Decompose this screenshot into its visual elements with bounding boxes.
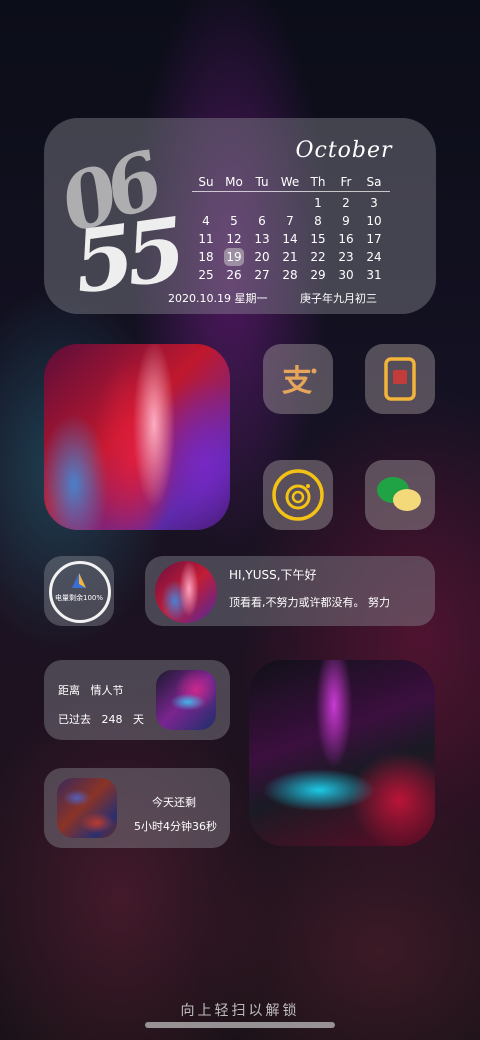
calendar-weekday-header: Su Mo Tu We Th Fr Sa (192, 173, 390, 192)
valentine-days-count: 248 (101, 713, 123, 726)
weekday-label: Sa (366, 175, 382, 189)
camera-app-icon[interactable] (263, 460, 333, 530)
calendar-day-grid: 1 2 3 4 5 6 7 8 9 10 11 12 13 14 15 16 17 18 19 20 21 22 23 24 2… (192, 194, 388, 284)
camera-icon (272, 469, 324, 521)
calendar-day-today[interactable]: 19 (224, 248, 244, 266)
calendar-day[interactable]: 10 (360, 212, 388, 230)
calendar-day[interactable]: 5 (220, 212, 248, 230)
big-clock: 06 55 (50, 136, 214, 314)
battery-label: 电量剩余100% (54, 594, 103, 602)
weekday-label: Tu (255, 175, 269, 189)
greeting-message: 顶看看,不努力或许都没有。 努力 (229, 596, 390, 609)
calendar-day[interactable]: 18 (192, 248, 220, 266)
calendar-day[interactable]: 31 (360, 266, 388, 284)
calendar-month-title: October (295, 138, 393, 163)
countdown-title: 今天还剩 (152, 796, 196, 809)
home-indicator-bar[interactable] (145, 1022, 335, 1028)
valentine-passed-label: 已过去 (58, 713, 91, 726)
calendar-day (248, 194, 276, 212)
calendar-day[interactable]: 21 (276, 248, 304, 266)
photo-widget-light-streaks[interactable] (44, 344, 230, 530)
calendar-day[interactable]: 30 (332, 266, 360, 284)
weekday-label: Su (198, 175, 214, 189)
calendar-day[interactable]: 4 (192, 212, 220, 230)
valentine-line1: 距离 情人节 (58, 682, 124, 698)
calendar-day[interactable]: 8 (304, 212, 332, 230)
calendar-day[interactable]: 28 (276, 266, 304, 284)
calendar-day[interactable]: 23 (332, 248, 360, 266)
calendar-day[interactable]: 1 (304, 194, 332, 212)
calendar-day (220, 194, 248, 212)
calendar-day[interactable]: 7 (276, 212, 304, 230)
calendar-day[interactable]: 6 (248, 212, 276, 230)
calendar-day[interactable]: 13 (248, 230, 276, 248)
calendar-day (276, 194, 304, 212)
valentine-countdown-widget[interactable]: 距离 情人节 已过去 248 天 (44, 660, 230, 740)
day-remaining-widget[interactable]: 今天还剩 5小时4分钟36秒 (44, 768, 230, 848)
countdown-thumbnail (57, 778, 117, 838)
calendar-date-line: 2020.10.19 星期一 (168, 292, 268, 305)
calendar-day[interactable]: 2 (332, 194, 360, 212)
calendar-day[interactable]: 3 (360, 194, 388, 212)
unlock-hint: 向上轻扫以解锁 (180, 1003, 300, 1019)
battery-level-icon (72, 573, 86, 588)
calendar-day[interactable]: 17 (360, 230, 388, 248)
calendar-day[interactable]: 25 (192, 266, 220, 284)
alipay-icon: 支 (282, 364, 317, 399)
weekday-label: Mo (225, 175, 243, 189)
calendar-lunar-line: 庚子年九月初三 (300, 292, 377, 305)
clock-minute: 55 (67, 199, 185, 314)
calendar-day[interactable]: 11 (192, 230, 220, 248)
valentine-line2: 已过去 248 天 (58, 711, 144, 727)
calendar-day[interactable]: 29 (304, 266, 332, 284)
greeting-avatar (155, 561, 217, 623)
calendar-day[interactable]: 16 (332, 230, 360, 248)
wechat-icon (377, 477, 421, 511)
valentine-holiday-name: 情人节 (90, 684, 124, 697)
calendar-day (192, 194, 220, 212)
alipay-glyph: 支 (282, 364, 312, 399)
valentine-distance-label: 距离 (58, 684, 80, 697)
battery-widget[interactable]: 电量剩余100% (44, 556, 114, 626)
calendar-day[interactable]: 20 (248, 248, 276, 266)
wechat-app-icon[interactable] (365, 460, 435, 530)
calendar-day[interactable]: 12 (220, 230, 248, 248)
battery-ring (49, 561, 111, 623)
calendar-day[interactable]: 22 (304, 248, 332, 266)
calendar-day[interactable]: 14 (276, 230, 304, 248)
greeting-title: HI,YUSS,下午好 (229, 568, 317, 582)
alipay-app-icon[interactable]: 支 (263, 344, 333, 414)
valentine-days-unit: 天 (133, 713, 144, 726)
photo-widget-abstract[interactable] (249, 660, 435, 846)
countdown-time: 5小时4分钟36秒 (134, 820, 217, 833)
calendar-day[interactable]: 27 (248, 266, 276, 284)
calendar-widget[interactable]: 06 55 October Su Mo Tu We Th Fr Sa 1 2 3 4 5 6 7 8 9 10… (44, 118, 436, 314)
weekday-label: Th (310, 175, 326, 189)
phone-icon (384, 357, 416, 401)
valentine-thumbnail (156, 670, 216, 730)
greeting-widget[interactable]: HI,YUSS,下午好 顶看看,不努力或许都没有。 努力 (145, 556, 435, 626)
weekday-label: Fr (340, 175, 352, 189)
calendar-day[interactable]: 24 (360, 248, 388, 266)
calendar-day[interactable]: 15 (304, 230, 332, 248)
calendar-day[interactable]: 26 (220, 266, 248, 284)
phone-app-icon[interactable] (365, 344, 435, 414)
weekday-label: We (280, 175, 300, 189)
calendar-day[interactable]: 9 (332, 212, 360, 230)
